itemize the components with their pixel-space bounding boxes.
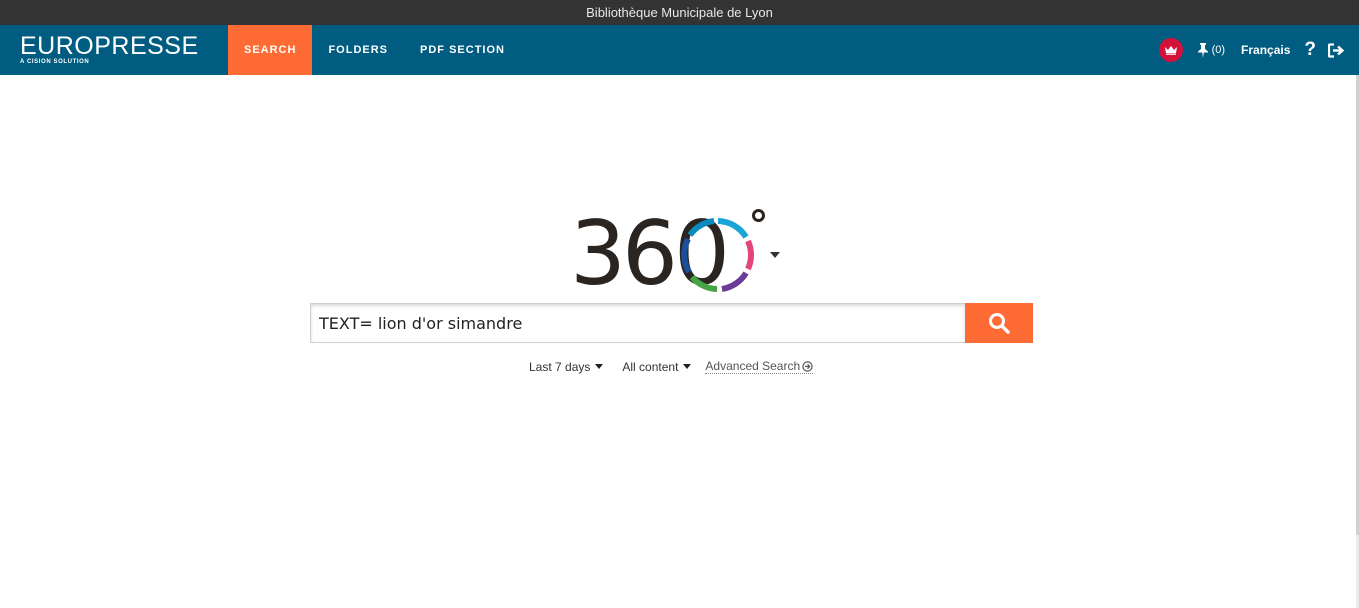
advanced-search-label: Advanced Search	[705, 359, 801, 373]
search-filters: Last 7 days All content Advanced Search	[529, 359, 814, 374]
period-label: Last 7 days	[529, 359, 591, 374]
logo-360-ring	[681, 218, 755, 292]
tab-folders[interactable]: FOLDERS	[312, 25, 404, 75]
pin-icon	[1197, 42, 1208, 58]
advanced-search-link[interactable]: Advanced Search	[705, 359, 814, 374]
caret-down-icon	[595, 364, 604, 369]
period-dropdown[interactable]: Last 7 days	[529, 359, 604, 374]
language-selector[interactable]: Français	[1241, 43, 1290, 57]
caret-down-icon	[683, 364, 692, 369]
content-dropdown[interactable]: All content	[622, 359, 692, 374]
library-banner: Bibliothèque Municipale de Lyon	[0, 0, 1359, 25]
crown-icon[interactable]	[1158, 38, 1183, 62]
content-label: All content	[622, 359, 679, 374]
logout-icon[interactable]	[1328, 42, 1345, 58]
search-area: 360 Last 7 days A	[0, 75, 1356, 608]
header-tools: (0) Français ?	[1158, 25, 1345, 75]
chevron-down-icon[interactable]	[770, 252, 780, 258]
search-input[interactable]	[310, 303, 965, 343]
nav-tabs: SEARCH FOLDERS PDF SECTION	[228, 25, 521, 75]
tab-search[interactable]: SEARCH	[228, 25, 313, 75]
search-button[interactable]	[965, 303, 1033, 343]
arrow-circle-right-icon	[802, 360, 813, 372]
pinned-count: (0)	[1211, 44, 1226, 56]
search-icon	[989, 313, 1010, 334]
library-name: Bibliothèque Municipale de Lyon	[586, 5, 773, 20]
main-navbar: EUROPRESSE A CISION SOLUTION SEARCH FOLD…	[0, 25, 1359, 75]
help-icon[interactable]: ?	[1304, 39, 1316, 61]
degree-symbol	[752, 209, 765, 222]
pinned-documents[interactable]: (0)	[1197, 42, 1226, 58]
tab-pdf-section[interactable]: PDF SECTION	[404, 25, 521, 75]
europresse-logo[interactable]: EUROPRESSE A CISION SOLUTION	[20, 32, 199, 66]
logo-360: 360	[570, 209, 785, 298]
brand-name: EUROPRESSE	[20, 32, 199, 60]
search-bar	[310, 303, 1033, 343]
